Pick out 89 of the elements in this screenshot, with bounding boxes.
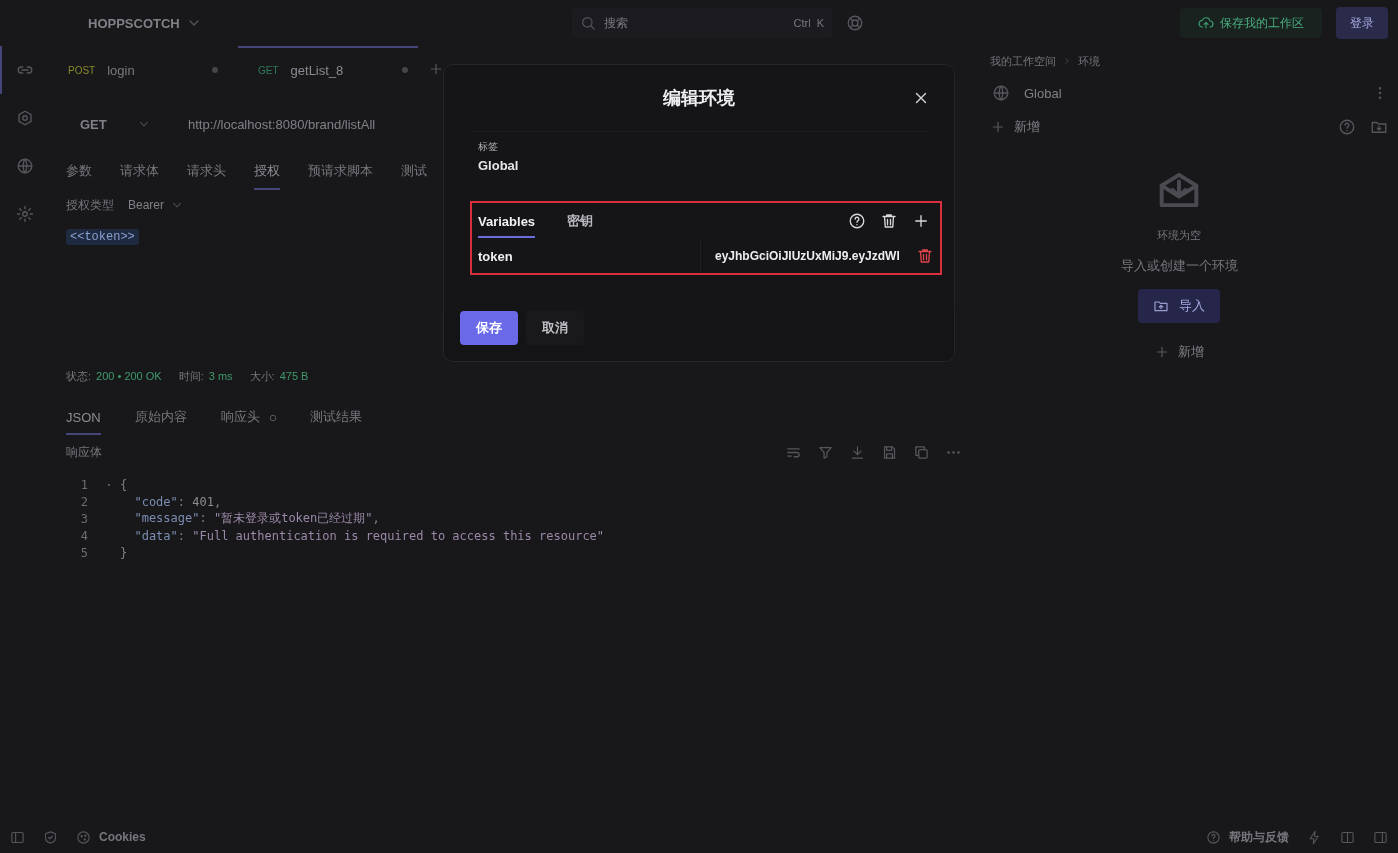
section-tab[interactable]: 请求头 (187, 154, 226, 190)
section-tab[interactable]: 参数 (66, 154, 92, 190)
response-tab[interactable]: 原始内容 (134, 400, 187, 436)
request-tab[interactable]: GET getList_8 (238, 46, 418, 92)
cookie-icon (76, 829, 91, 845)
breadcrumb-link[interactable]: 我的工作空间 (990, 53, 1056, 69)
request-tab[interactable]: POST login (48, 46, 228, 92)
delete-all-icon[interactable] (880, 212, 898, 230)
globe-icon (992, 84, 1010, 102)
settings-icon (16, 205, 34, 223)
globe-icon (16, 157, 34, 175)
empty-title: 环境为空 (1157, 228, 1201, 243)
support-icon[interactable] (846, 14, 864, 32)
tab-title: getList_8 (290, 62, 345, 78)
shield-icon[interactable] (43, 829, 58, 845)
search-icon (580, 15, 596, 31)
search-field[interactable]: 搜索 Ctrl K (572, 8, 832, 38)
line-number: 1 (79, 477, 89, 492)
meta-label: 状态: (66, 368, 92, 384)
save-icon[interactable] (881, 443, 898, 461)
workspace-selector[interactable]: HOPPSCOTCH (88, 15, 558, 31)
delete-icon[interactable] (916, 247, 934, 265)
section-tab[interactable]: 授权 (254, 154, 280, 190)
code-line: } (120, 545, 128, 560)
chevron-right-icon (1062, 56, 1072, 66)
add-environment-button[interactable]: 新增 (990, 118, 1040, 136)
method-label: GET (258, 64, 279, 76)
split-view-icon[interactable] (1340, 829, 1355, 845)
cookies-button[interactable]: Cookies (76, 829, 146, 845)
shortcut-key: Ctrl (793, 17, 811, 29)
line-number: 2 (79, 494, 89, 509)
response-tab[interactable]: 测试结果 (309, 400, 362, 436)
lightning-icon[interactable] (1307, 829, 1322, 845)
login-button[interactable]: 登录 (1336, 7, 1388, 39)
save-workspace-button[interactable]: 保存我的工作区 (1180, 8, 1322, 38)
unsaved-dot (212, 67, 218, 73)
token-variable: <<token>> (66, 229, 139, 245)
help-feedback-button[interactable]: 帮助与反馈 (1206, 828, 1289, 846)
import-button[interactable]: 导入 (1138, 289, 1220, 323)
method-label: POST (68, 64, 96, 76)
code-line: "data": "Full authentication is required to access this resource" (133, 528, 605, 543)
method-select[interactable]: GET (68, 116, 168, 132)
section-tab[interactable]: 预请求脚本 (308, 154, 373, 190)
shortcut-key: K (816, 17, 824, 29)
url-field[interactable]: http://localhost:8080/brand/listAll (188, 116, 376, 132)
code-line: { (120, 477, 128, 492)
variable-value-field[interactable]: eyJhbGciOiJIUzUxMiJ9.eyJzdWI (701, 249, 916, 263)
folder-icon (1153, 298, 1169, 314)
label-field[interactable]: 标签 Global (470, 131, 930, 181)
panel-icon[interactable] (1373, 829, 1388, 845)
save-button[interactable]: 保存 (460, 311, 518, 345)
plus-icon (1154, 344, 1170, 360)
cancel-button[interactable]: 取消 (526, 311, 584, 345)
response-tab[interactable]: 响应头 (220, 400, 260, 436)
copy-icon[interactable] (913, 443, 930, 461)
cloud-upload-icon (1198, 15, 1214, 31)
dialog-tab[interactable]: Variables (478, 204, 536, 238)
dialog-tab[interactable]: 密钥 (567, 203, 594, 239)
tab-title: login (107, 62, 136, 78)
hexagon-icon (16, 109, 34, 127)
help-icon (1206, 829, 1221, 845)
add-environment-button[interactable]: 新增 (1154, 343, 1204, 361)
variable-name-field[interactable]: token (478, 239, 701, 273)
code-line: "code": 401, (133, 494, 222, 509)
plus-icon (990, 119, 1006, 135)
meta-value: 3 ms (208, 370, 233, 382)
download-icon[interactable] (849, 443, 866, 461)
add-icon[interactable] (912, 212, 930, 230)
unsaved-dot (402, 67, 408, 73)
section-tab[interactable]: 请求体 (120, 154, 159, 190)
line-number: 5 (79, 545, 89, 560)
code-line: "message": "暂未登录或token已经过期", (133, 510, 380, 527)
meta-label: 大小: (249, 368, 275, 384)
meta-label: 时间: (178, 368, 204, 384)
fold-marker[interactable] (108, 483, 110, 486)
breadcrumb-link[interactable]: 环境 (1078, 53, 1100, 69)
section-tab[interactable]: 测试 (401, 154, 427, 190)
add-tab-icon[interactable] (428, 61, 444, 77)
response-body-label: 响应体 (66, 443, 102, 461)
response-tab[interactable]: JSON (66, 401, 101, 435)
auth-type-select[interactable]: Bearer (128, 198, 185, 212)
line-number: 4 (79, 528, 89, 543)
sidebar-icon[interactable] (10, 829, 25, 845)
dialog-title: 编辑环境 (663, 87, 735, 110)
auth-type-label: 授权类型 (66, 196, 114, 214)
meta-value: 475 B (279, 370, 309, 382)
environment-item[interactable]: Global (990, 84, 1062, 102)
meta-value: 200 • 200 OK (96, 370, 162, 382)
line-number: 3 (79, 511, 89, 526)
